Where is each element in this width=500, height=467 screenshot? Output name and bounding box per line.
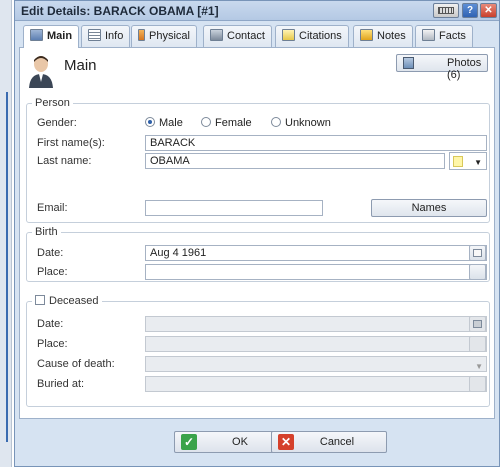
names-button[interactable]: Names [371,199,487,217]
birth-date-field[interactable]: Aug 4 1961 [145,245,487,261]
birth-date-label: Date: [37,247,64,259]
dropdown-arrow-icon: ▼ [474,158,482,167]
gender-radio-group: Male Female Unknown [145,117,385,131]
gender-male-radio[interactable]: Male [145,117,183,129]
tab-info[interactable]: Info [81,25,131,47]
deceased-group: Deceased Date: Place: Cause of death: ▼ … [26,295,490,407]
tab-facts[interactable]: Facts [415,25,473,47]
help-button[interactable]: ? [462,3,478,18]
tab-info-label: Info [105,30,124,42]
death-place-field [145,336,487,352]
tab-contact[interactable]: Contact [203,25,272,47]
buried-at-label: Buried at: [37,378,85,390]
dialog-footer: ✓ OK ✕ Cancel [15,421,499,466]
cancel-button[interactable]: ✕ Cancel [271,431,387,453]
photos-button-label: Photos (6) [447,57,482,81]
citation-icon [282,29,295,41]
tab-main-label: Main [47,30,73,42]
birth-place-button[interactable] [469,264,486,280]
gender-label: Gender: [37,117,77,129]
house-icon [210,29,223,41]
tab-physical-label: Physical [149,30,190,42]
photos-button[interactable]: Photos (6) [396,54,488,81]
person-group-title: Person [32,97,73,109]
tab-citations-label: Citations [299,30,342,42]
calendar-icon [473,320,482,328]
deceased-group-title: Deceased [49,295,99,307]
email-field[interactable] [145,200,323,216]
death-date-label: Date: [37,318,64,330]
close-button[interactable]: ✕ [480,3,497,18]
last-name-label: Last name: [37,155,92,167]
main-tab-page: Main Photos (6) Person Gender: Male Fema… [19,47,495,419]
gender-female-radio[interactable]: Female [201,117,252,129]
last-name-field[interactable]: OBAMA [145,153,445,169]
death-place-label: Place: [37,338,68,350]
gender-male-label: Male [159,117,183,129]
birth-place-label: Place: [37,266,68,278]
page-title: Main [64,57,97,74]
death-date-field [145,316,487,332]
birth-group-title: Birth [32,226,61,238]
tab-main[interactable]: Main [23,25,80,48]
first-name-label: First name(s): [37,137,105,149]
window-title: Edit Details: BARACK OBAMA [#1] [21,4,219,18]
page-header: Main Photos (6) [20,48,494,92]
color-picker[interactable]: ▼ [449,152,487,170]
birth-group: Birth Date: Aug 4 1961 Place: [26,226,490,282]
gender-unknown-label: Unknown [285,117,331,129]
keyboard-icon[interactable] [433,3,459,18]
cause-of-death-select: ▼ [145,356,487,372]
person-avatar-icon [29,56,53,88]
buried-at-button [469,376,486,392]
edit-details-window: Edit Details: BARACK OBAMA [#1] ? ✕ Main… [14,0,500,467]
buried-at-field [145,376,487,392]
calendar-icon [473,249,482,257]
death-date-calendar-button [469,316,486,332]
deceased-checkbox-box [35,295,45,305]
birth-place-field[interactable] [145,264,487,280]
background-window-edge [0,0,12,467]
figure-icon [138,29,145,41]
list-icon [88,29,101,41]
color-swatch [453,156,463,167]
person-group: Person Gender: Male Female Unknown First… [26,97,490,223]
first-name-field[interactable]: BARACK [145,135,487,151]
dropdown-arrow-icon: ▼ [475,362,483,371]
tab-facts-label: Facts [439,30,466,42]
notes-icon [360,29,373,41]
photo-icon [403,57,414,69]
id-card-icon [30,29,43,41]
cause-of-death-label: Cause of death: [37,358,115,370]
facts-icon [422,29,435,41]
tab-citations[interactable]: Citations [275,25,349,47]
birth-date-calendar-button[interactable] [469,245,486,261]
tab-physical[interactable]: Physical [131,25,197,47]
email-label: Email: [37,202,68,214]
tab-notes[interactable]: Notes [353,25,413,47]
deceased-checkbox[interactable]: Deceased [32,295,102,307]
gender-unknown-radio[interactable]: Unknown [271,117,331,129]
gender-female-label: Female [215,117,252,129]
title-bar[interactable]: Edit Details: BARACK OBAMA [#1] ? ✕ [15,1,499,21]
cancel-button-label: Cancel [319,436,355,448]
death-place-button [469,336,486,352]
tab-contact-label: Contact [227,30,265,42]
tab-notes-label: Notes [377,30,406,42]
